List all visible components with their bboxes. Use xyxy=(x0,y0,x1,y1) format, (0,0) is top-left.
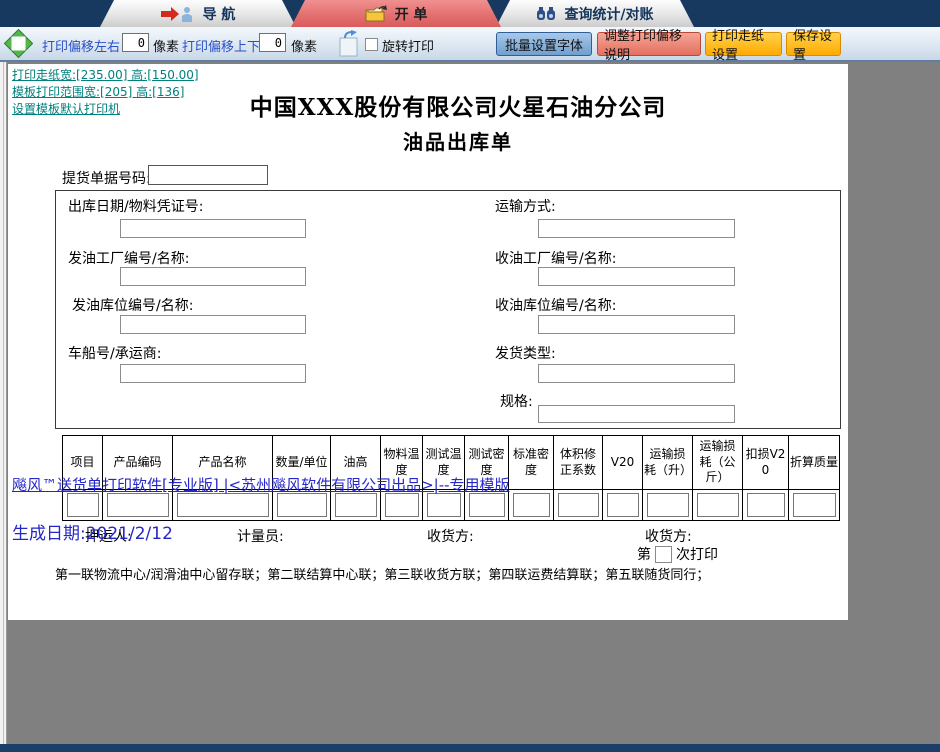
field-input[interactable] xyxy=(120,364,306,383)
field-input[interactable] xyxy=(538,315,735,334)
field-input[interactable] xyxy=(538,219,735,238)
table-header-cell: 折算质量 xyxy=(789,436,839,489)
tab-query-stats[interactable]: 查询统计/对账 xyxy=(496,0,694,27)
template-preview-page: 打印走纸宽:[235.00] 高:[150.00] 模板打印范围宽:[205] … xyxy=(8,64,848,620)
tab-billing-label: 开 单 xyxy=(395,4,428,24)
table-cell-input[interactable] xyxy=(385,493,419,517)
field-label: 发油工厂编号/名称: xyxy=(68,248,189,268)
folder-icon xyxy=(365,5,387,22)
table-cell xyxy=(693,489,743,520)
table-header-cell: V20 xyxy=(603,436,643,489)
left-gutter xyxy=(0,62,7,744)
sign-receiver-label-2: 收货方: xyxy=(645,526,692,546)
table-header-cell: 体积修正系数 xyxy=(554,436,603,489)
print-count-suffix: 次打印 xyxy=(676,544,718,564)
table-cell-input[interactable] xyxy=(107,493,169,517)
field-label: 收油工厂编号/名称: xyxy=(495,248,616,268)
table-cell-input[interactable] xyxy=(67,493,99,517)
rotate-print-checkbox[interactable] xyxy=(365,38,378,51)
generation-date: 生成日期:2021/2/12 xyxy=(12,519,173,544)
batch-font-button[interactable]: 批量设置字体 xyxy=(496,32,592,56)
table-cell-input[interactable] xyxy=(177,493,269,517)
paper-setup-button[interactable]: 打印走纸设置 xyxy=(705,32,782,56)
table-cell xyxy=(603,489,643,520)
offset-ud-label: 打印偏移上下 xyxy=(182,36,260,55)
field-input[interactable] xyxy=(538,405,735,423)
field-label: 发货类型: xyxy=(495,343,556,363)
print-settings-toolbar: 打印偏移左右 像素 打印偏移上下 像素 旋转打印 批量设置字体 调整打印偏移说明… xyxy=(0,27,940,62)
app-window: 导 航 开 单 查询统计/对账 xyxy=(0,0,940,752)
field-input[interactable] xyxy=(120,267,306,286)
sign-gauger-label: 计量员: xyxy=(237,526,284,546)
tab-query-stats-label: 查询统计/对账 xyxy=(564,4,653,24)
pickup-number-field[interactable] xyxy=(148,165,268,185)
tab-navigation-label: 导 航 xyxy=(203,4,236,24)
binoculars-icon xyxy=(536,6,556,21)
table-cell-input[interactable] xyxy=(697,493,739,517)
field-label: 规格: xyxy=(500,391,533,411)
offset-ud-unit: 像素 xyxy=(291,36,317,55)
table-cell-input[interactable] xyxy=(793,493,836,517)
offset-ud-input[interactable] xyxy=(259,33,286,52)
offset-help-button[interactable]: 调整打印偏移说明 xyxy=(597,32,701,56)
pickup-number-label: 提货单据号码: xyxy=(62,168,151,188)
table-cell xyxy=(743,489,789,520)
nav-arrow-person-icon xyxy=(161,6,195,22)
table-cell xyxy=(554,489,603,520)
table-cell-input[interactable] xyxy=(607,493,639,517)
field-input[interactable] xyxy=(538,364,735,383)
print-count-prefix: 第 xyxy=(637,544,651,564)
table-cell-input[interactable] xyxy=(277,493,327,517)
field-label: 出库日期/物料凭证号: xyxy=(68,196,203,216)
table-cell xyxy=(643,489,693,520)
table-cell-input[interactable] xyxy=(647,493,689,517)
table-cell-input[interactable] xyxy=(558,493,599,517)
company-title: 中国XXX股份有限公司火星石油分公司 xyxy=(68,88,848,122)
table-cell-input[interactable] xyxy=(335,493,377,517)
field-input[interactable] xyxy=(120,219,306,238)
table-cell xyxy=(509,489,554,520)
field-input[interactable] xyxy=(120,315,306,334)
table-cell-input[interactable] xyxy=(513,493,550,517)
table-cell-input[interactable] xyxy=(747,493,785,517)
field-label: 收油库位编号/名称: xyxy=(495,295,616,315)
table-cell-input[interactable] xyxy=(469,493,505,517)
table-header-cell: 运输损耗（升） xyxy=(643,436,693,489)
table-header-cell: 扣损V20 xyxy=(743,436,789,489)
rotate-page-icon xyxy=(338,30,362,57)
sign-receiver-label: 收货方: xyxy=(427,526,474,546)
software-watermark: 飚风™送货单打印软件[专业版] |<苏州飚风软件有限公司出品>|--专用模版 xyxy=(12,474,510,495)
rotate-print-label: 旋转打印 xyxy=(382,36,434,55)
table-cell xyxy=(789,489,839,520)
move-diamond-icon[interactable] xyxy=(4,29,33,58)
field-label: 车船号/承运商: xyxy=(68,343,161,363)
offset-lr-label: 打印偏移左右 xyxy=(42,36,120,55)
field-input[interactable] xyxy=(538,267,735,286)
tab-bar: 导 航 开 单 查询统计/对账 xyxy=(0,0,940,27)
paper-size-link[interactable]: 打印走纸宽:[235.00] 高:[150.00] xyxy=(12,67,199,84)
print-count-block: 第 次打印 xyxy=(637,544,718,564)
field-label: 运输方式: xyxy=(495,196,556,216)
table-header-cell: 标准密度 xyxy=(509,436,554,489)
table-cell-input[interactable] xyxy=(427,493,461,517)
print-count-box[interactable] xyxy=(655,546,672,563)
offset-lr-unit: 像素 xyxy=(153,36,179,55)
offset-lr-input[interactable] xyxy=(122,33,149,52)
save-settings-button[interactable]: 保存设置 xyxy=(786,32,841,56)
tab-navigation[interactable]: 导 航 xyxy=(100,0,296,27)
copies-footer: 第一联物流中心/润滑油中心留存联；第二联结算中心联；第三联收货方联；第四联运费结… xyxy=(55,564,709,583)
tab-billing[interactable]: 开 单 xyxy=(291,0,501,27)
form-subtitle: 油品出库单 xyxy=(68,126,848,155)
bottom-status-bar xyxy=(0,744,940,752)
table-header-cell: 运输损耗（公斤） xyxy=(693,436,743,489)
field-label: 发油库位编号/名称: xyxy=(72,295,193,315)
